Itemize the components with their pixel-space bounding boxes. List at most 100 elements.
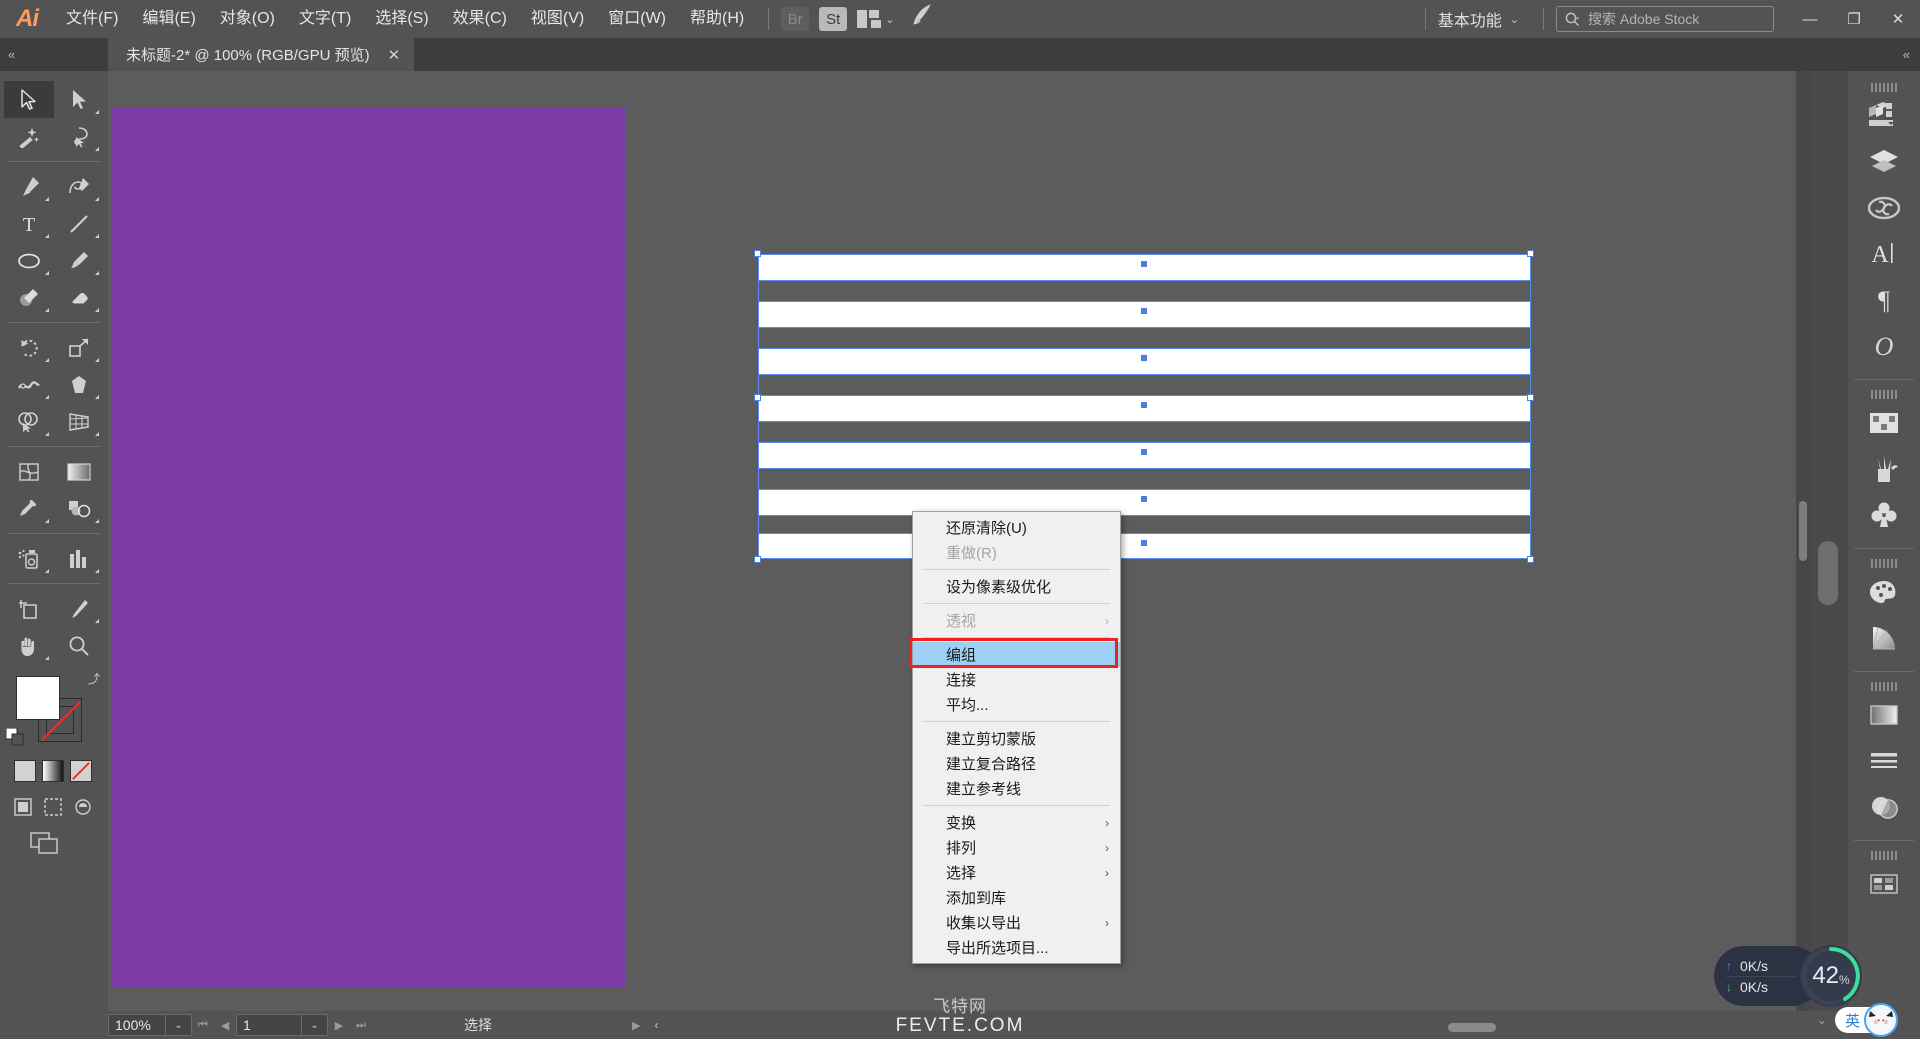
slice-tool[interactable] xyxy=(54,590,104,627)
width-tool[interactable] xyxy=(4,366,54,403)
collapse-left-icon[interactable]: « xyxy=(0,38,108,71)
ctx-join[interactable]: 连接 xyxy=(913,667,1120,692)
ellipse-tool[interactable] xyxy=(4,242,54,279)
canvas-vertical-scrollbar[interactable] xyxy=(1796,71,1810,1011)
ctx-average[interactable]: 平均... xyxy=(913,692,1120,717)
zoom-level-input[interactable]: 100% xyxy=(108,1014,166,1036)
curvature-tool[interactable] xyxy=(54,168,104,205)
ctx-add-to-library[interactable]: 添加到库 xyxy=(913,885,1120,910)
menu-type[interactable]: 文字(T) xyxy=(287,0,363,38)
color-mode-button[interactable] xyxy=(14,760,36,782)
appearance-icon[interactable] xyxy=(1848,861,1920,907)
artboard-tool[interactable] xyxy=(4,590,54,627)
glyphs-icon[interactable]: O xyxy=(1848,323,1920,369)
document-tab-close-icon[interactable]: ✕ xyxy=(388,46,401,64)
tray-chevron-icon[interactable]: ⌄ xyxy=(1817,1013,1827,1027)
menu-select[interactable]: 选择(S) xyxy=(363,0,440,38)
default-fill-stroke-icon[interactable] xyxy=(6,728,24,746)
color-icon[interactable] xyxy=(1848,569,1920,615)
collapse-right-icon[interactable]: « xyxy=(1860,38,1920,71)
symbol-sprayer-tool[interactable] xyxy=(4,540,54,577)
rotate-tool[interactable] xyxy=(4,329,54,366)
selection-handle[interactable] xyxy=(754,250,761,257)
hand-tool[interactable] xyxy=(4,627,54,664)
draw-behind-icon[interactable] xyxy=(44,798,62,816)
paintbrush-tool[interactable] xyxy=(54,242,104,279)
stroke-icon[interactable] xyxy=(1848,738,1920,784)
stripe-shape[interactable] xyxy=(758,533,1531,559)
panel-grip[interactable] xyxy=(1848,81,1920,93)
ctx-group[interactable]: 编组 xyxy=(909,638,1120,668)
stripe-shape[interactable] xyxy=(758,442,1531,468)
document-tab[interactable]: 未标题-2* @ 100% (RGB/GPU 预览) ✕ xyxy=(108,38,415,71)
zoom-level-dropdown-icon[interactable]: ⌄ xyxy=(166,1014,192,1036)
ctx-undo[interactable]: 还原清除(U) xyxy=(913,515,1120,540)
menu-window[interactable]: 窗口(W) xyxy=(596,0,678,38)
selection-handle[interactable] xyxy=(754,556,761,563)
anchor-point[interactable] xyxy=(1141,261,1147,267)
status-play-icon[interactable]: ▶ xyxy=(632,1019,640,1032)
eraser-tool[interactable] xyxy=(54,279,104,316)
current-tool-label[interactable]: 选择 xyxy=(464,1015,492,1035)
artboard-dropdown-icon[interactable]: ⌄ xyxy=(302,1014,328,1036)
blend-tool[interactable] xyxy=(54,490,104,527)
artboard-number-input[interactable]: 1 xyxy=(236,1014,302,1036)
draw-normal-icon[interactable] xyxy=(14,798,32,816)
menu-view[interactable]: 视图(V) xyxy=(519,0,596,38)
panel-grip[interactable] xyxy=(1848,680,1920,692)
selection-tool[interactable] xyxy=(4,81,54,118)
color-guide-icon[interactable] xyxy=(1848,615,1920,661)
menu-help[interactable]: 帮助(H) xyxy=(678,0,756,38)
character-icon[interactable]: A xyxy=(1848,231,1920,277)
panel-grip[interactable] xyxy=(1848,849,1920,861)
menu-file[interactable]: 文件(F) xyxy=(54,0,130,38)
network-speed-widget[interactable]: ↑ 0K/s ↓ 0K/s 42 % xyxy=(1714,945,1862,1007)
workspace-selector[interactable]: 基本功能 xyxy=(1438,7,1502,31)
ctx-arrange[interactable]: 排列 › xyxy=(913,835,1120,860)
menu-object[interactable]: 对象(O) xyxy=(208,0,287,38)
restore-button[interactable]: ❐ xyxy=(1832,0,1876,38)
direct-selection-tool[interactable] xyxy=(54,81,104,118)
arrange-documents-icon[interactable] xyxy=(857,10,882,28)
anchor-point[interactable] xyxy=(1141,355,1147,361)
stripe-shape[interactable] xyxy=(758,348,1531,374)
fill-swatch[interactable] xyxy=(16,676,60,720)
scale-tool[interactable] xyxy=(54,329,104,366)
pen-tool[interactable] xyxy=(4,168,54,205)
ctx-export-selection[interactable]: 导出所选项目... xyxy=(913,935,1120,960)
scrollbar-thumb[interactable] xyxy=(1448,1023,1496,1032)
ctx-transform[interactable]: 变换 › xyxy=(913,810,1120,835)
stock-button[interactable]: St xyxy=(819,7,848,31)
stripe-shape[interactable] xyxy=(758,301,1531,327)
screen-mode-button[interactable] xyxy=(30,832,108,859)
canvas-horizontal-scrollbar[interactable] xyxy=(848,1017,1810,1039)
ctx-make-pixel-perfect[interactable]: 设为像素级优化 xyxy=(913,574,1120,599)
anchor-point[interactable] xyxy=(1141,308,1147,314)
transparency-icon[interactable] xyxy=(1848,784,1920,830)
gradient-mode-button[interactable] xyxy=(42,760,64,782)
selection-handle[interactable] xyxy=(1527,556,1534,563)
brushes-icon[interactable] xyxy=(1848,446,1920,492)
close-button[interactable]: ✕ xyxy=(1876,0,1920,38)
none-mode-button[interactable] xyxy=(70,760,92,782)
anchor-point[interactable] xyxy=(1141,496,1147,502)
bridge-button[interactable]: Br xyxy=(781,7,810,31)
ctx-make-compound-path[interactable]: 建立复合路径 xyxy=(913,751,1120,776)
ctx-make-clipping-mask[interactable]: 建立剪切蒙版 xyxy=(913,726,1120,751)
artboard[interactable] xyxy=(112,107,625,987)
anchor-point[interactable] xyxy=(1141,540,1147,546)
panel-scroll-handle[interactable] xyxy=(1818,541,1838,605)
arrange-chevron-icon[interactable]: ⌄ xyxy=(885,13,894,26)
gradient-tool[interactable] xyxy=(54,453,104,490)
stripe-shape[interactable] xyxy=(758,395,1531,421)
perspective-grid-tool[interactable] xyxy=(54,403,104,440)
status-left-icon[interactable]: ‹ xyxy=(654,1018,658,1032)
draw-inside-icon[interactable] xyxy=(74,798,92,816)
ctx-collect-for-export[interactable]: 收集以导出 › xyxy=(913,910,1120,935)
selection-handle[interactable] xyxy=(1527,250,1534,257)
scrollbar-thumb[interactable] xyxy=(1799,501,1807,561)
stripe-shape[interactable] xyxy=(758,489,1531,515)
ctx-make-guides[interactable]: 建立参考线 xyxy=(913,776,1120,801)
free-transform-tool[interactable] xyxy=(54,366,104,403)
panel-grip[interactable] xyxy=(1848,388,1920,400)
